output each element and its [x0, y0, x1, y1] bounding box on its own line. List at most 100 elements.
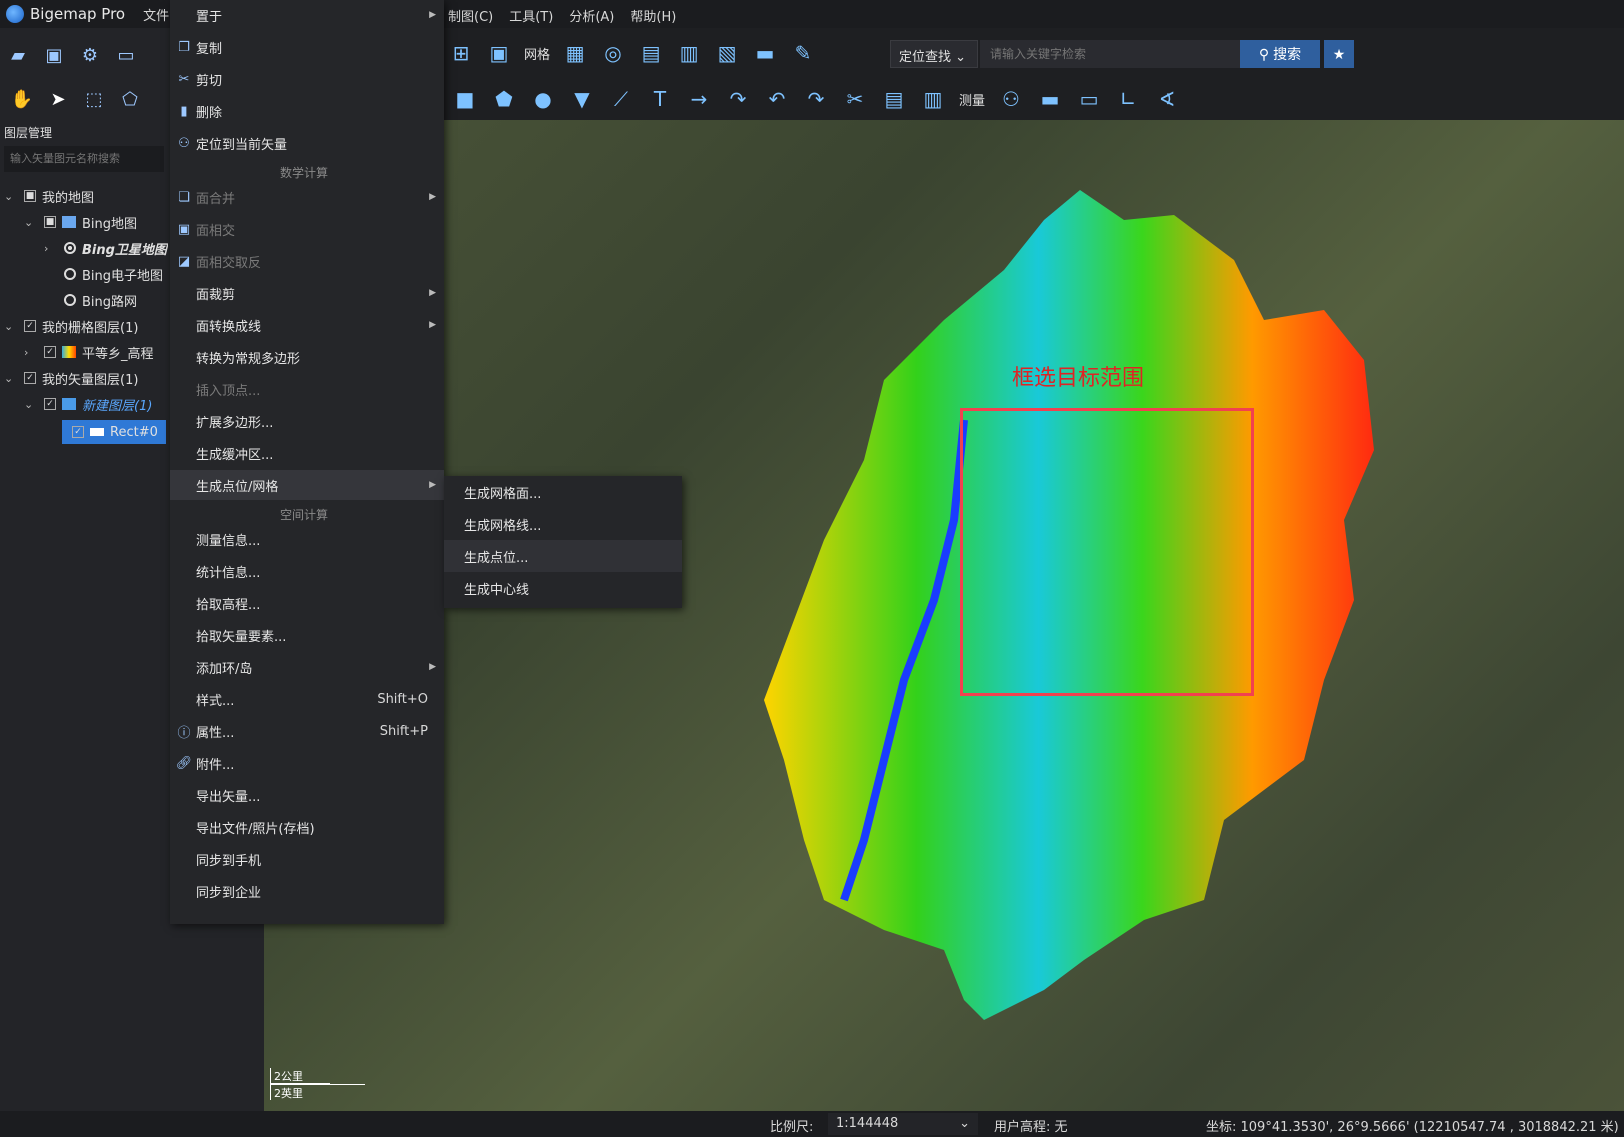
select-poly-icon[interactable]: ⬠ [118, 88, 142, 110]
ctx-measure-info[interactable]: 测量信息... [170, 524, 444, 554]
ctx-style[interactable]: 样式... Shift+O [170, 684, 444, 714]
hand-icon[interactable]: ✋ [10, 88, 34, 110]
search-input[interactable] [980, 40, 1242, 68]
edit-icon[interactable]: ▤ [881, 86, 907, 112]
brush-icon[interactable]: ✎ [790, 40, 816, 66]
ctx-expand-polygon[interactable]: 扩展多边形... [170, 406, 444, 436]
ctx-to-polygon[interactable]: 转换为常规多边形 [170, 342, 444, 372]
polygon-icon[interactable]: ⬟ [491, 86, 517, 112]
ctx-buffer[interactable]: 生成缓冲区... [170, 438, 444, 468]
marker-icon[interactable]: ▼ [569, 86, 595, 112]
grid-label: 网格 [524, 47, 551, 63]
ctx-to-line[interactable]: 面转换成线 ▶ [170, 310, 444, 340]
person-icon[interactable]: ⚇ [998, 86, 1024, 112]
select-box-icon[interactable]: ⬚ [82, 88, 106, 110]
menu-tools[interactable]: 工具(T) [509, 6, 553, 25]
radio-on-icon [64, 242, 76, 254]
cut-icon[interactable]: ✂ [842, 86, 868, 112]
ctx-add-ring[interactable]: 添加环/岛 ▶ [170, 652, 444, 682]
chevron-down-icon: ⌄ [24, 215, 34, 229]
grid-icon[interactable]: ▦ [562, 40, 588, 66]
favorite-button[interactable]: ★ [1324, 40, 1354, 68]
full-extent-icon[interactable]: ▣ [486, 40, 512, 66]
bearing-icon[interactable]: ∢ [1154, 86, 1180, 112]
area-icon[interactable]: ▭ [1076, 86, 1102, 112]
fit-extent-icon[interactable]: ⊞ [448, 40, 474, 66]
tree-item-bing-roads[interactable]: Bing路网 [58, 288, 137, 312]
ctx-properties[interactable]: ⓘ 属性... Shift+P [170, 716, 444, 746]
tree-item-raster-layers[interactable]: ⌄ ✓ 我的栅格图层(1) [4, 314, 138, 338]
selection-rectangle[interactable] [960, 408, 1254, 696]
ctx-export-vector[interactable]: 导出矢量... [170, 780, 444, 810]
nm-grid-icon[interactable]: ▥ [676, 40, 702, 66]
app-logo-icon [6, 5, 24, 23]
ctx-export-file[interactable]: 导出文件/照片(存档) [170, 812, 444, 842]
menu-help[interactable]: 帮助(H) [630, 6, 676, 25]
ctx-stats-info[interactable]: 统计信息... [170, 556, 444, 586]
text-icon[interactable]: T [647, 86, 673, 112]
sub-grid-polygon[interactable]: 生成网格面... [444, 476, 682, 508]
pointer-icon[interactable]: ➤ [46, 88, 70, 110]
ctx-generate-points-grid[interactable]: 生成点位/网格 ▶ [170, 470, 444, 500]
sub-generate-points[interactable]: 生成点位... [444, 540, 682, 572]
tree-item-vector-layers[interactable]: ⌄ ✓ 我的矢量图层(1) [4, 366, 138, 390]
ctx-sync-phone[interactable]: 同步到手机 [170, 844, 444, 874]
scale-select[interactable]: 1:144448 ⌄ [828, 1113, 978, 1135]
tree-item-new-layer[interactable]: ⌄ ✓ 新建图层(1) [24, 392, 152, 416]
map-canvas[interactable] [264, 120, 1624, 1111]
tree-item-my-map[interactable]: ⌄ ■ 我的地图 [4, 184, 94, 208]
ctx-clip[interactable]: 面裁剪 ▶ [170, 278, 444, 308]
mgrs-grid-icon[interactable]: ▧ [714, 40, 740, 66]
redo-icon[interactable]: ↷ [803, 86, 829, 112]
circle-icon[interactable]: ● [530, 86, 556, 112]
utm-grid-icon[interactable]: ◎ [600, 40, 626, 66]
km-grid-icon[interactable]: ▤ [638, 40, 664, 66]
undo-icon[interactable]: ↶ [764, 86, 790, 112]
menu-analysis[interactable]: 分析(A) [569, 6, 614, 25]
scale-label: 比例尺: [770, 1120, 814, 1135]
ruler-icon[interactable]: ▬ [1037, 86, 1063, 112]
ctx-locate[interactable]: ⚇ 定位到当前矢量 [170, 128, 444, 158]
ctx-pick-elevation[interactable]: 拾取高程... [170, 588, 444, 618]
layer-search-input[interactable] [4, 146, 164, 172]
checkbox-icon: ✓ [24, 372, 36, 384]
ctx-bring-to[interactable]: 置于 ▶ [170, 0, 444, 30]
coordinate-readout: 坐标: 109°41.3530', 26°9.5666' (12210547.7… [1206, 1120, 1619, 1135]
ctx-delete[interactable]: ▮ 删除 [170, 96, 444, 126]
tree-item-bing-electronic[interactable]: Bing电子地图 [58, 262, 168, 286]
edit2-icon[interactable]: ▥ [920, 86, 946, 112]
menu-drawing[interactable]: 制图(C) [448, 6, 493, 25]
sub-grid-line[interactable]: 生成网格线... [444, 508, 682, 540]
radio-off-icon [64, 268, 76, 280]
tree-item-elevation[interactable]: › ✓ 平等乡_高程 [24, 340, 154, 364]
angle-icon[interactable]: ∟ [1115, 86, 1141, 112]
sub-center-line[interactable]: 生成中心线 [444, 572, 682, 604]
tree-item-bing-map[interactable]: ⌄ ■ Bing地图 [24, 210, 137, 234]
curve-icon[interactable]: ↷ [725, 86, 751, 112]
line-icon[interactable]: ⟋ [608, 86, 634, 112]
tree-item-bing-satellite[interactable]: › Bing卫星地图 [44, 236, 168, 260]
image-icon[interactable]: ▭ [114, 44, 138, 66]
save-icon[interactable]: ▣ [42, 44, 66, 66]
open-folder-icon[interactable]: ▰ [6, 44, 30, 66]
ctx-attachments[interactable]: 🔗︎ 附件... [170, 748, 444, 778]
intersect-icon: ▣ [177, 221, 191, 237]
chevron-down-icon: ⌄ [4, 189, 14, 203]
arrow-icon[interactable]: → [686, 86, 712, 112]
ctx-copy[interactable]: ❐ 复制 [170, 32, 444, 62]
map-annotation-text: 框选目标范围 [1012, 366, 1145, 391]
measure-label: 测量 [959, 93, 986, 109]
layer-panel-title: 图层管理 [4, 126, 53, 140]
ctx-sync-enterprise[interactable]: 同步到企业 [170, 876, 444, 906]
ctx-cut[interactable]: ✂ 剪切 [170, 64, 444, 94]
folder-icon[interactable]: ▬ [752, 40, 778, 66]
menu-file[interactable]: 文件 [143, 5, 169, 24]
rectangle-icon[interactable]: ■ [452, 86, 478, 112]
ctx-pick-features[interactable]: 拾取矢量要素... [170, 620, 444, 650]
tree-item-rect0[interactable]: ✓ Rect#0 [66, 420, 158, 444]
app-name: Bigemap Pro [30, 5, 126, 23]
locate-select[interactable]: 定位查找 ⌄ [890, 40, 978, 68]
search-button[interactable]: ⚲ 搜索 [1240, 40, 1320, 68]
gear-icon[interactable]: ⚙ [78, 44, 102, 66]
checkbox-icon: ✓ [24, 320, 36, 332]
